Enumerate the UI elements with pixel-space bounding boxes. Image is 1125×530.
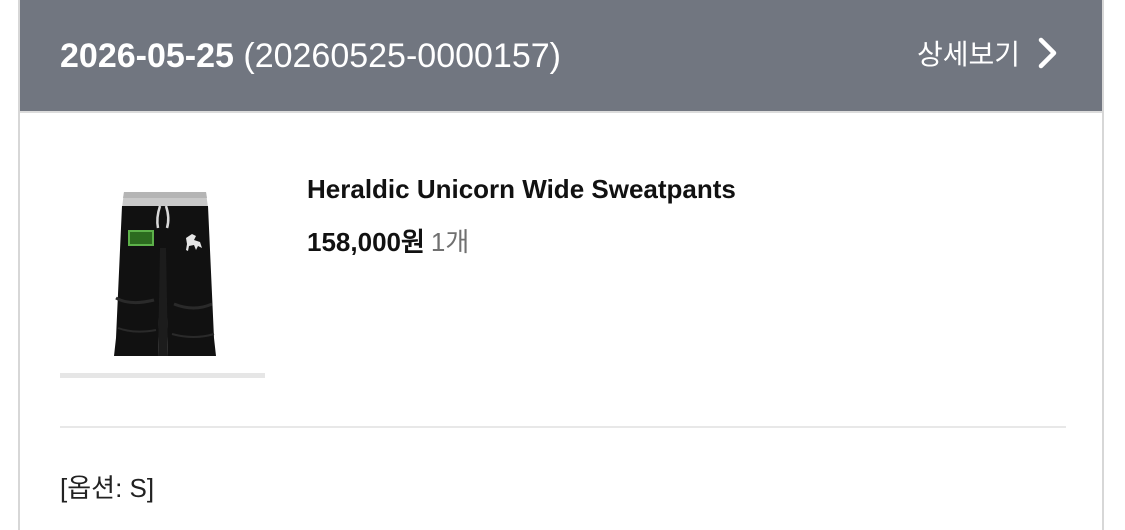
sweatpants-icon [114, 192, 216, 356]
chevron-right-icon [1034, 36, 1062, 70]
view-details-label: 상세보기 [916, 39, 1020, 70]
product-name[interactable]: Heraldic Unicorn Wide Sweatpants [307, 174, 736, 205]
order-number: (20260525-0000157) [243, 37, 561, 75]
order-product-item: Heraldic Unicorn Wide Sweatpants 158,000… [60, 150, 1070, 380]
divider [60, 426, 1066, 428]
view-details-button[interactable]: 상세보기 [917, 30, 1062, 76]
order-header: 2026-05-25 (20260525-0000157) 상세보기 [20, 0, 1102, 113]
order-title: 2026-05-25 (20260525-0000157) [60, 36, 561, 76]
product-price: 158,000원 [307, 227, 425, 257]
product-thumbnail[interactable] [60, 150, 265, 378]
order-card: 2026-05-25 (20260525-0000157) 상세보기 Heral… [18, 0, 1104, 530]
product-option: [옵션: S] [60, 473, 155, 503]
order-date: 2026-05-25 [60, 37, 234, 75]
product-quantity: 1개 [430, 227, 470, 257]
price-line: 158,000원 1개 [307, 222, 469, 259]
